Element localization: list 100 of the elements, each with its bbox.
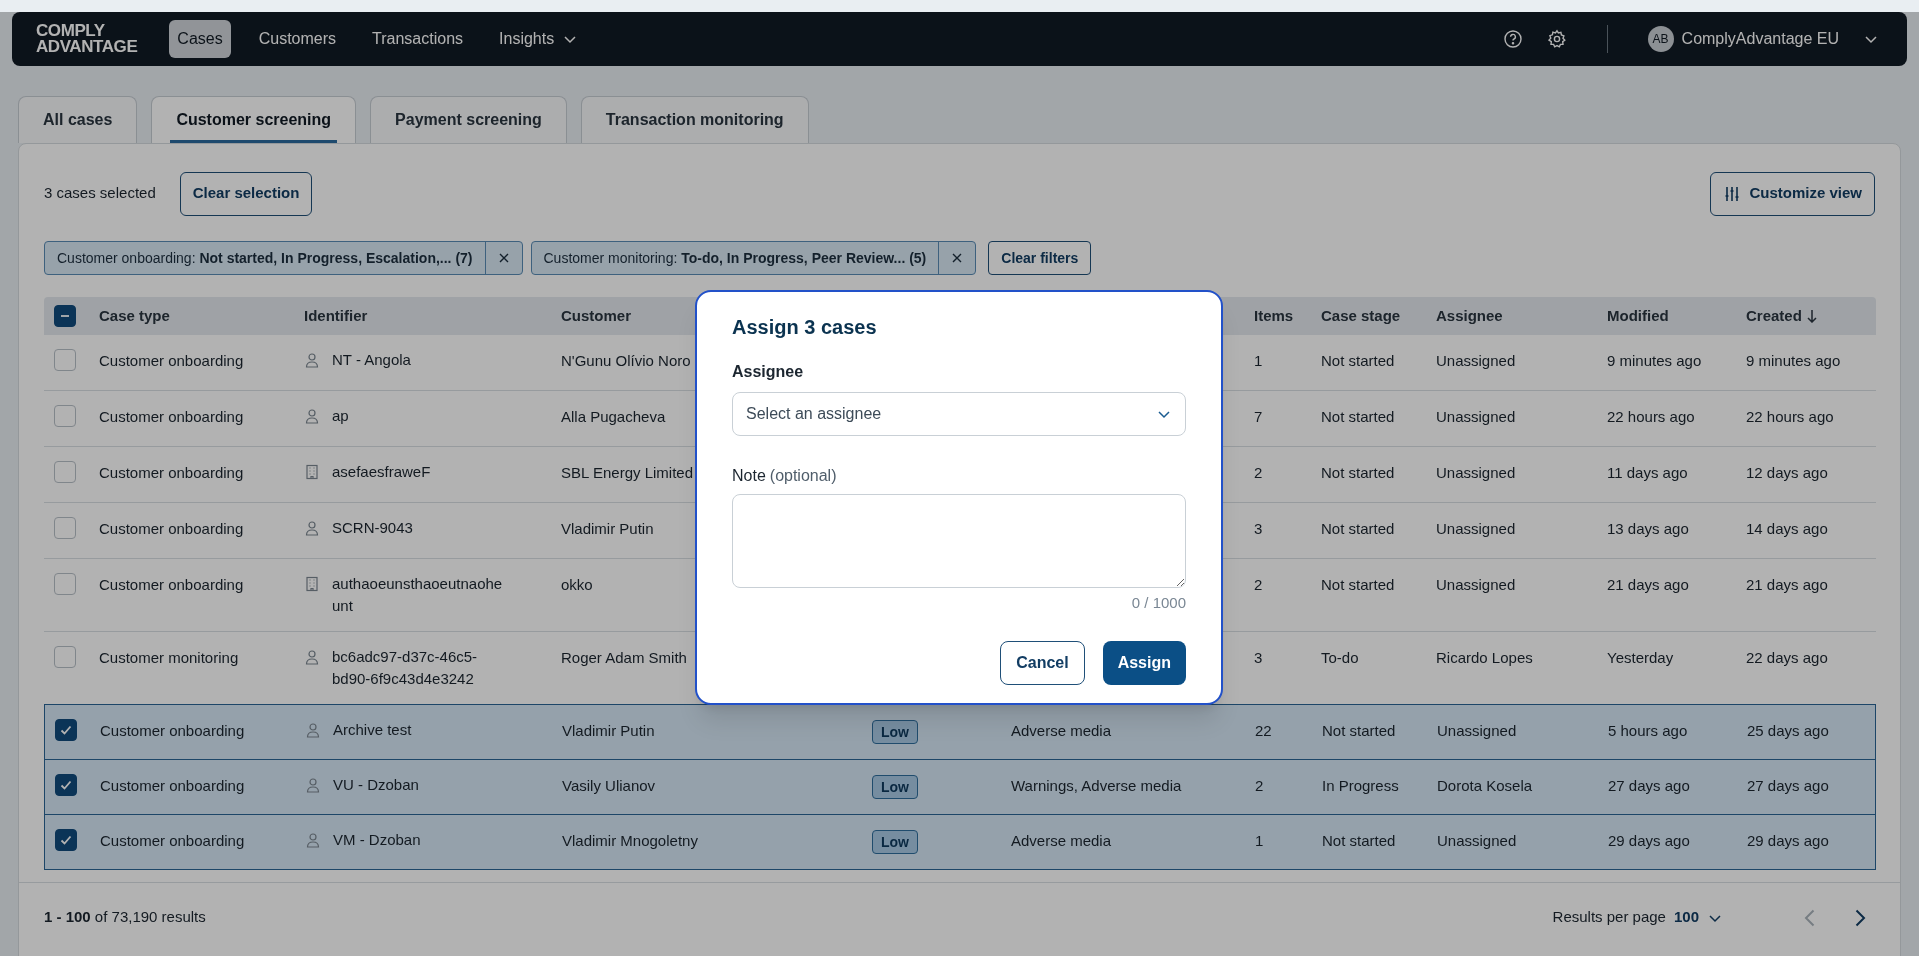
checkbox[interactable] [54,646,76,668]
dialog-title: Assign 3 cases [732,315,878,340]
column-header[interactable]: Modified [1607,304,1669,328]
table-cell: 29 days ago [1608,832,1690,849]
table-cell: 2 [1255,777,1264,794]
identifier-text: Archive test [333,720,413,740]
column-header[interactable]: Case type [99,304,170,328]
table-cell: Dorota Kosela [1437,777,1533,794]
checkbox[interactable] [54,349,76,371]
table-cell: Customer onboarding [100,722,245,739]
table-cell: Ricardo Lopes [1436,649,1533,666]
assignee-select[interactable]: Select an assignee [732,392,1186,436]
identifier-text: VU - Dzoban [333,775,420,795]
checkbox[interactable] [54,461,76,483]
table-cell: Customer onboarding [99,464,244,481]
table-cell: Not started [1321,464,1395,481]
table-cell: Warnings, Adverse media [1011,777,1182,794]
customize-view-button[interactable]: Customize view [1710,171,1875,216]
table-cell: 21 days ago [1607,576,1689,593]
identifier-text: NT - Angola [332,350,412,370]
table-cell: Not started [1322,832,1396,849]
tab[interactable]: Payment screening [370,96,567,143]
logo-text: COMPLY [36,23,106,39]
column-header[interactable]: Created [1746,304,1802,328]
table-cell: 1 [1255,832,1264,849]
identifier-text: VM - Dzoban [333,830,422,850]
checkbox[interactable] [54,573,76,595]
table-cell: Customer onboarding [100,777,245,794]
table-cell: Unassigned [1436,352,1516,369]
tab[interactable]: Transaction monitoring [580,96,809,143]
risk-level-badge: Low [872,830,918,854]
table-cell: N'Gunu Olívio Noro [561,352,691,369]
table-cell: 21 days ago [1746,576,1828,593]
column-header[interactable]: Identifier [304,304,368,328]
table-cell: Unassigned [1436,520,1516,537]
table-cell: Not started [1321,352,1395,369]
table-cell: Not started [1321,408,1395,425]
nav-link[interactable]: Customers [250,20,345,58]
results-count: 1 - 100 of 73,190 results [44,907,206,928]
table-row[interactable]: Customer onboarding VM - Dzoban Vladimir Mnogoletny Low Adverse media 1 Not started Unassigned 29 days ago 29 days ago [44,814,1876,870]
help-icon[interactable] [1502,29,1523,49]
field-label: Note [732,466,766,486]
table-cell: Not started [1321,576,1395,593]
per-page-label: Results per page [1552,907,1666,928]
table-cell: 3 [1254,649,1263,666]
table-row[interactable]: Customer onboarding Archive test Vladimir Putin Low Adverse media 22 Not started Unassigned 5 hours ago 25 days ago [44,704,1876,760]
checkbox[interactable] [55,829,77,851]
cancel-button[interactable]: Cancel [1000,640,1085,685]
table-cell: 5 hours ago [1608,722,1688,739]
risk-level-badge: Low [872,720,918,744]
table-cell: SBL Energy Limited [561,464,693,481]
table-cell: Not started [1321,520,1395,537]
optional-hint: (optional) [769,466,837,486]
table-cell: Yesterday [1607,649,1674,666]
table-cell: 13 days ago [1607,520,1689,537]
table-cell: 2 [1254,464,1263,481]
column-header[interactable]: Customer [561,304,631,328]
per-page-select[interactable]: 100 [1673,906,1723,929]
identifier-text: bc6adc97-d37c-46c5-bd90-6f9c43d4e3242 [332,647,479,689]
filter-chip[interactable]: Customer monitoring: To-do, In Progress, Peer Review... (5) [530,241,977,275]
table-cell: Unassigned [1437,722,1517,739]
filter-text: Customer monitoring: To-do, In Progress, Peer Review... (5) [542,248,928,268]
settings-icon[interactable] [1546,29,1567,49]
account-menu[interactable]: AB ComplyAdvantage EU [1647,26,1879,52]
logo-text: ADVANTAGE [36,39,138,55]
table-cell: In Progress [1322,777,1399,794]
table-cell: Unassigned [1437,832,1517,849]
checkbox[interactable] [55,774,77,796]
filter-chip[interactable]: Customer onboarding: Not started, In Progress, Escalation,... (7) [44,241,523,275]
note-field[interactable] [732,494,1186,588]
column-header[interactable]: Case stage [1321,304,1401,328]
checkbox[interactable] [54,405,76,427]
table-cell: Roger Adam Smith [561,649,687,666]
clear-filters-button[interactable]: Clear filters [988,241,1092,275]
checkbox[interactable] [55,719,77,741]
table-cell: 22 hours ago [1746,408,1834,425]
nav-link[interactable]: Transactions [364,20,472,58]
clear-selection-button[interactable]: Clear selection [179,171,313,216]
table-cell: Customer onboarding [99,352,244,369]
tab[interactable]: All cases [18,96,138,143]
tab[interactable]: Customer screening [151,96,357,143]
table-row[interactable]: Customer onboarding VU - Dzoban Vasily Ulianov Low Warnings, Adverse media 2 In Progress Dorota Kosela 27 days ago 27 days ago [44,759,1876,815]
assign-button[interactable]: Assign [1102,640,1186,685]
nav-link[interactable]: Cases [169,20,231,58]
column-header[interactable]: Items [1254,304,1294,328]
table-cell: 29 days ago [1747,832,1829,849]
avatar: AB [1647,26,1674,52]
table-cell: Unassigned [1436,576,1516,593]
table-cell: Customer onboarding [99,408,244,425]
table-cell: To-do [1321,649,1359,666]
checkmark-icon [59,833,73,847]
column-header[interactable]: Assignee [1436,304,1503,328]
checkbox[interactable] [54,305,76,327]
table-cell: Vladimir Mnogoletny [562,832,698,849]
table-cell: 3 [1254,520,1263,537]
table-cell: 22 [1255,722,1272,739]
checkbox[interactable] [54,517,76,539]
nav-link[interactable]: Insights [491,20,587,58]
sort-arrow-icon[interactable] [1805,309,1818,323]
table-cell: okko [561,576,593,593]
